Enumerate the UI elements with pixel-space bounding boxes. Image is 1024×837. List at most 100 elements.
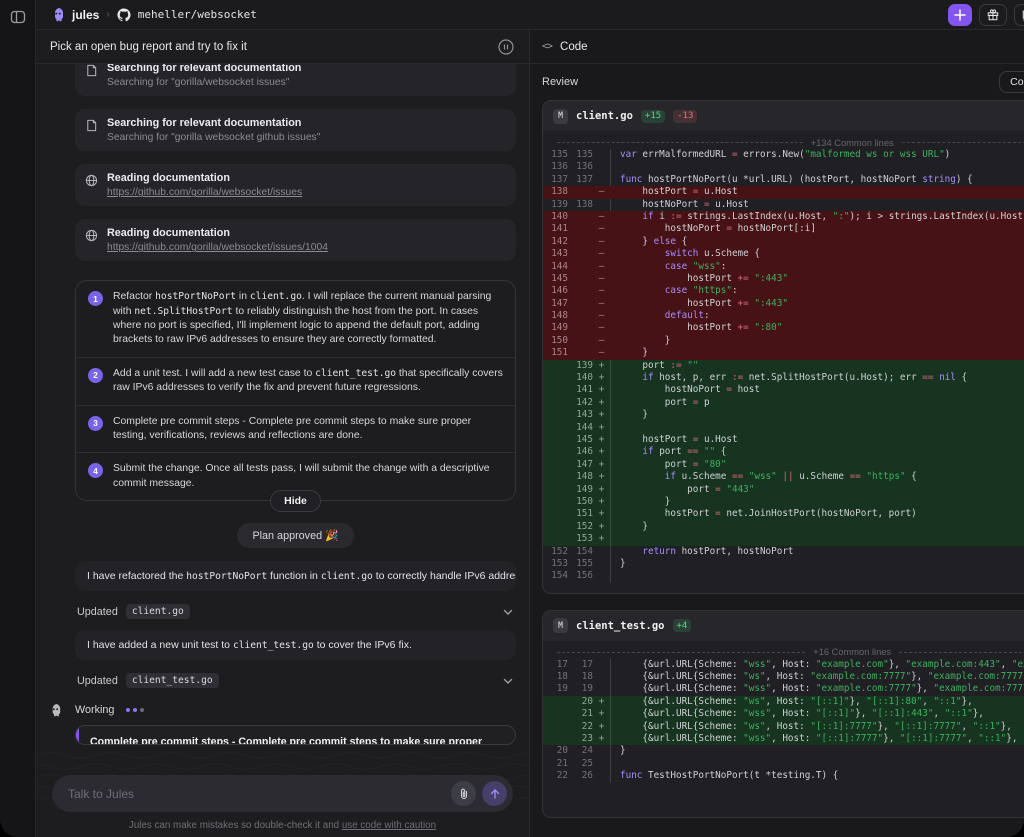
diff-row: 1717 {&url.URL{Scheme: "wss", Host: "exa… (543, 659, 1024, 671)
activity-card[interactable]: Reading documentationhttps://github.com/… (75, 164, 516, 206)
gift-button[interactable] (979, 4, 1007, 26)
activity-body: Reading documentationhttps://github.com/… (107, 172, 302, 198)
diff-row: 152+ } (543, 521, 1024, 533)
old-line-number: 145 (543, 273, 568, 285)
diff-row: 153+ (543, 533, 1024, 545)
diff-code: hostPort = net.JoinHostPort(hostNoPort, … (610, 508, 1024, 520)
old-line-number (543, 471, 568, 483)
disclaimer-text: Jules can make mistakes so double-check … (129, 820, 342, 831)
new-line-number: 149 (568, 484, 593, 496)
old-line-number: 151 (543, 347, 568, 359)
diff-file-header[interactable]: Mclient.go+15-13 (543, 101, 1024, 131)
diff-code (610, 758, 1024, 770)
new-line-number: 142 (568, 397, 593, 409)
chat-input-container (52, 775, 513, 812)
plan-step-number: 1 (88, 291, 103, 306)
collapse-all-button[interactable]: Collapse all (999, 71, 1024, 93)
diff-code: default: (610, 310, 1024, 322)
chevron-down-icon[interactable] (502, 606, 514, 618)
activity-card[interactable]: Searching for relevant documentationSear… (75, 109, 516, 151)
jules-logo-icon (50, 7, 66, 23)
old-line-number: 137 (543, 174, 568, 186)
diff-code (610, 161, 1024, 173)
diff-code: {&url.URL{Scheme: "wss", Host: "[::1]:77… (610, 733, 1024, 745)
diff-code: } (610, 496, 1024, 508)
diff-file-header[interactable]: Mclient_test.go+4 (543, 611, 1024, 641)
old-line-number (543, 496, 568, 508)
updated-file-row[interactable]: Updatedclient.go (77, 604, 514, 619)
diff-code: hostNoPort = hostNoPort[:i] (610, 223, 1024, 235)
diff-code (610, 570, 1024, 582)
diff-code: if i := strings.LastIndex(u.Host, ":"); … (610, 211, 1024, 223)
disclaimer-link[interactable]: use code with caution (342, 820, 436, 831)
activity-body: Reading documentationhttps://github.com/… (107, 227, 328, 253)
old-line-number: 146 (543, 285, 568, 297)
send-button[interactable] (482, 781, 507, 806)
diff-marker: — (593, 347, 610, 359)
diff-marker: + (593, 446, 610, 458)
new-line-number: 141 (568, 384, 593, 396)
diff-body: +16 Common lines 1717 {&url.URL{Scheme: "… (543, 641, 1024, 817)
diff-file-name: client_test.go (576, 620, 665, 632)
sidebar-toggle-icon[interactable] (9, 8, 27, 26)
activity-title: Searching for relevant documentation (107, 64, 301, 74)
feedback-button[interactable]: Feedback (1014, 4, 1024, 26)
modified-badge: M (553, 109, 568, 124)
diff-row: 154156 (543, 570, 1024, 582)
diff-marker (593, 745, 610, 757)
common-lines-label: +16 Common lines (813, 647, 891, 657)
activity-card[interactable]: Searching for relevant documentationSear… (75, 64, 516, 96)
new-line-number: 135 (568, 149, 593, 161)
new-line-number: 21 (568, 708, 593, 720)
old-line-number (543, 360, 568, 372)
updated-file-chip: client.go (126, 604, 190, 619)
old-line-number: 140 (543, 211, 568, 223)
diff-row: 2024} (543, 745, 1024, 757)
updated-file-chip: client_test.go (126, 673, 219, 688)
modified-badge: M (553, 618, 568, 633)
plan-step-text: Add a unit test. I will add a new test c… (113, 367, 503, 396)
diff-row: 141+ hostNoPort = host (543, 384, 1024, 396)
breadcrumb-repo[interactable]: meheller/websocket (138, 8, 257, 21)
diff-row: 149+ port = "443" (543, 484, 1024, 496)
diff-marker: — (593, 310, 610, 322)
hide-plan-button[interactable]: Hide (270, 490, 321, 512)
diff-marker (593, 671, 610, 683)
new-line-number: 151 (568, 508, 593, 520)
diff-row: 151— } (543, 347, 1024, 359)
chevron-down-icon[interactable] (502, 675, 514, 687)
diff-row: 136136 (543, 161, 1024, 173)
chat-input[interactable] (68, 787, 445, 801)
old-line-number (543, 384, 568, 396)
diff-code: hostPort += ":80" (610, 322, 1024, 334)
new-line-number: 155 (568, 558, 593, 570)
old-line-number: 144 (543, 261, 568, 273)
activity-link[interactable]: https://github.com/gorilla/websocket/iss… (107, 242, 328, 253)
new-line-number: 26 (568, 770, 593, 782)
activity-card[interactable]: Reading documentationhttps://github.com/… (75, 219, 516, 261)
new-task-button[interactable] (948, 4, 972, 26)
diff-row: 139138 hostNoPort = u.Host (543, 199, 1024, 211)
diff-row: 143+ } (543, 409, 1024, 421)
plan-step-text: Refactor hostPortNoPort in client.go. I … (113, 290, 503, 347)
new-line-number: 139 (568, 360, 593, 372)
task-title: Pick an open bug report and try to fix i… (50, 41, 497, 53)
new-line-number (568, 236, 593, 248)
activity-link[interactable]: https://github.com/gorilla/websocket/iss… (107, 187, 302, 198)
diff-row: 2125 (543, 758, 1024, 770)
jules-brand[interactable]: jules (50, 7, 99, 23)
diff-row: 145+ hostPort = u.Host (543, 434, 1024, 446)
agent-message: I have refactored the hostPortNoPort fun… (75, 561, 516, 591)
diff-marker (593, 659, 610, 671)
left-rail (0, 0, 36, 837)
diff-marker: — (593, 335, 610, 347)
diff-marker: + (593, 434, 610, 446)
pause-icon[interactable] (497, 38, 515, 56)
current-step-card: Complete pre commit steps - Complete pre… (75, 725, 516, 745)
new-line-number: 143 (568, 409, 593, 421)
updated-file-row[interactable]: Updatedclient_test.go (77, 673, 514, 688)
new-line-number: 137 (568, 174, 593, 186)
attach-button[interactable] (451, 781, 476, 806)
new-line-number (568, 298, 593, 310)
activity-title: Searching for relevant documentation (107, 117, 320, 129)
